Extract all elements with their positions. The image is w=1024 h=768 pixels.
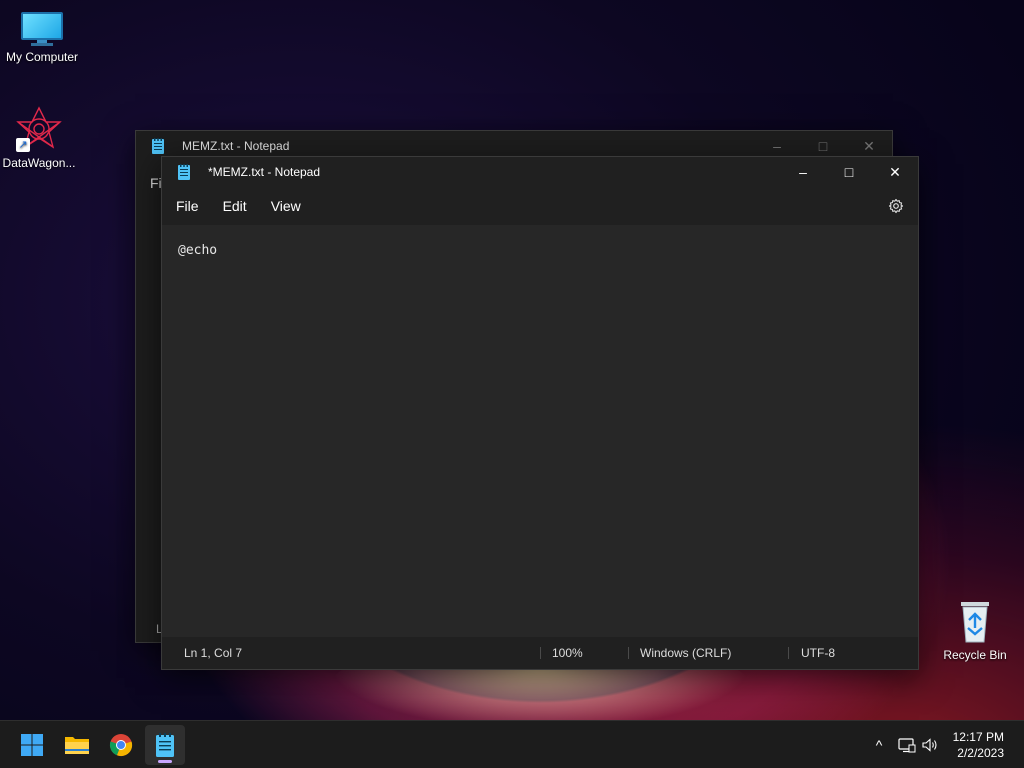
desktop-icon-my-computer[interactable]: My Computer: [0, 12, 84, 64]
windows-logo-icon: [21, 734, 43, 756]
chrome-icon: [109, 734, 133, 757]
title-bar[interactable]: *MEMZ.txt - Notepad – □ ✕: [162, 157, 918, 187]
status-cursor-position[interactable]: Ln 1, Col 7: [184, 637, 242, 669]
notepad-taskbar-button[interactable]: [145, 725, 185, 765]
desktop-icon-label: Recycle Bin: [943, 648, 1007, 662]
clock-date: 2/2/2023: [957, 746, 1004, 760]
menu-edit[interactable]: Edit: [215, 198, 255, 214]
status-encoding[interactable]: UTF-8: [801, 637, 835, 669]
tray-overflow-chevron-icon[interactable]: ^: [870, 737, 888, 753]
close-button[interactable]: ✕: [872, 157, 918, 187]
notepad-window[interactable]: *MEMZ.txt - Notepad – □ ✕ File Edit View…: [161, 156, 919, 670]
clock[interactable]: 12:17 PM 2/2/2023: [953, 729, 1004, 761]
notepad-icon: [156, 733, 174, 757]
folder-icon: [65, 737, 89, 754]
notepad-icon: [178, 164, 190, 180]
recycle-bin-icon: [955, 598, 995, 644]
notepad-icon: [152, 138, 164, 154]
menu-view[interactable]: View: [263, 198, 309, 214]
status-zoom[interactable]: 100%: [552, 637, 583, 669]
desktop-icon-recycle-bin[interactable]: Recycle Bin: [933, 598, 1017, 662]
window-title: MEMZ.txt - Notepad: [182, 139, 290, 153]
minimize-button[interactable]: –: [780, 157, 826, 187]
menu-file-partial[interactable]: Fi: [150, 175, 162, 191]
editor-text: @echo: [178, 243, 218, 258]
desktop-icon-label: DataWagon...: [2, 156, 76, 170]
window-title: *MEMZ.txt - Notepad: [208, 165, 321, 179]
status-line-ending[interactable]: Windows (CRLF): [640, 637, 731, 669]
active-indicator: [158, 760, 172, 763]
volume-icon[interactable]: [922, 737, 940, 753]
clock-time: 12:17 PM: [952, 730, 1004, 744]
chrome-button[interactable]: [101, 725, 141, 765]
desktop-icon-label: My Computer: [5, 50, 79, 64]
menu-file[interactable]: File: [168, 198, 207, 214]
desktop-icon-datawagon[interactable]: ↗ DataWagon...: [0, 106, 81, 170]
gear-icon[interactable]: [888, 198, 904, 214]
datawagon-shortcut-icon: ↗: [16, 106, 62, 152]
menu-bar: File Edit View: [162, 187, 918, 225]
status-bar: Ln 1, Col 7 100% Windows (CRLF) UTF-8: [162, 637, 918, 669]
system-tray: ^: [870, 721, 940, 768]
file-explorer-button[interactable]: [57, 725, 97, 765]
network-icon[interactable]: [898, 737, 916, 753]
computer-icon: [21, 12, 63, 46]
shortcut-arrow-icon: ↗: [16, 138, 30, 152]
text-editor[interactable]: @echo: [162, 225, 918, 637]
taskbar: ^ 12:17 PM 2/2/2023: [0, 720, 1024, 768]
start-button[interactable]: [12, 725, 52, 765]
maximize-button[interactable]: □: [826, 157, 872, 187]
